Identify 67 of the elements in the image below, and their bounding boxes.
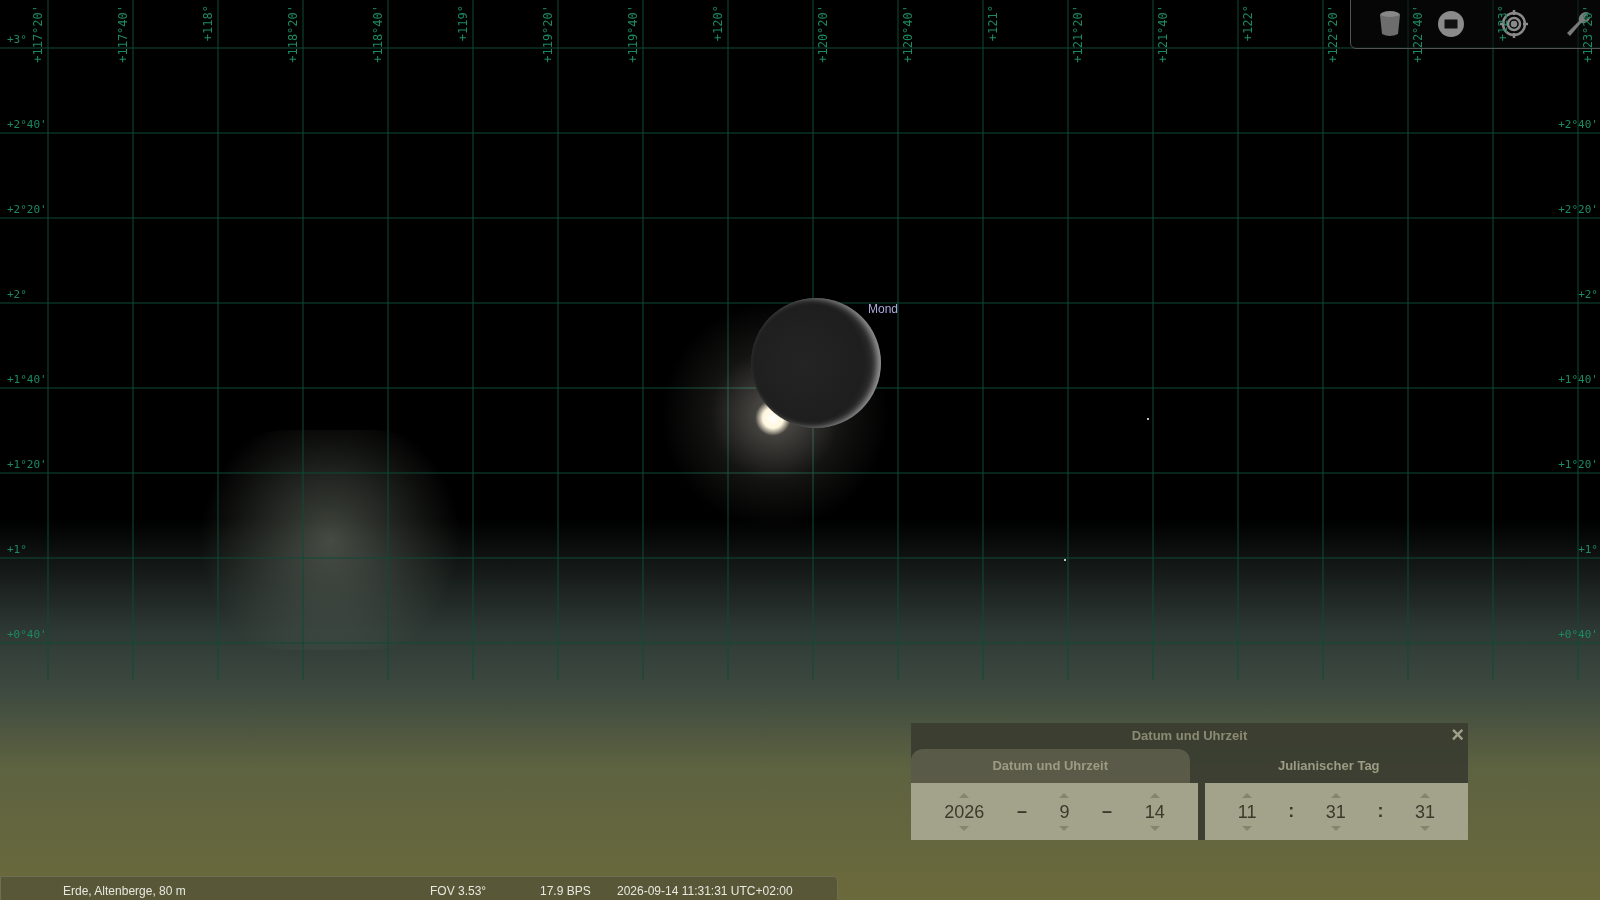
separator-text: – xyxy=(1016,800,1027,823)
grid-label: +1°40' xyxy=(1558,374,1598,385)
cylinder-icon[interactable] xyxy=(1379,10,1402,38)
grid-label: +0°40' xyxy=(1558,629,1598,640)
screen-icon[interactable] xyxy=(1437,11,1464,37)
grid-label: +123° xyxy=(1497,5,1509,42)
grid-label: +1° xyxy=(7,544,27,555)
grid-label: +122° xyxy=(1242,5,1254,42)
grid-label: +0°40' xyxy=(7,629,47,640)
up-arrow-icon[interactable] xyxy=(1420,792,1431,798)
spinbox-value[interactable]: 2026 xyxy=(938,797,991,826)
grid-label: +117°40' xyxy=(117,5,129,63)
down-arrow-icon[interactable] xyxy=(1420,825,1431,831)
location-text: Erde, Altenberge, 80 m xyxy=(63,883,186,900)
grid-label: +120°20' xyxy=(817,5,829,63)
up-arrow-icon[interactable] xyxy=(1242,792,1253,798)
grid-label: +2° xyxy=(1578,289,1598,300)
down-arrow-icon[interactable] xyxy=(1330,825,1341,831)
grid-label: +1° xyxy=(1578,544,1598,555)
close-button[interactable]: × xyxy=(1451,724,1464,746)
separator-text: – xyxy=(1102,800,1113,823)
down-arrow-icon[interactable] xyxy=(1059,825,1070,831)
up-arrow-icon[interactable] xyxy=(1330,792,1341,798)
grid-label: +118°40' xyxy=(372,5,384,63)
up-arrow-icon[interactable] xyxy=(1059,792,1070,798)
dialog-tab[interactable]: Datum und Uhrzeit xyxy=(911,749,1190,783)
grid-label: +2°20' xyxy=(1558,204,1598,215)
spinbox-value[interactable]: 31 xyxy=(1409,797,1442,826)
grid-label: +119° xyxy=(457,5,469,42)
grid-label: +2°40' xyxy=(1558,119,1598,130)
spinbox-value[interactable]: 14 xyxy=(1138,797,1171,826)
grid-label: +120°40' xyxy=(902,5,914,63)
grid-label: +2°40' xyxy=(7,119,47,130)
grid-label: +118° xyxy=(202,5,214,42)
down-arrow-icon[interactable] xyxy=(1149,825,1160,831)
grid-label: +123°20' xyxy=(1582,5,1594,63)
grid-label: +119°40' xyxy=(627,5,639,63)
fov-text: FOV 3.53° xyxy=(430,883,487,900)
grid-label: +1°20' xyxy=(7,459,47,470)
up-arrow-icon[interactable] xyxy=(1149,792,1160,798)
fps-text: 17.9 BPS xyxy=(540,883,591,900)
grid-label: +119°20' xyxy=(542,5,554,63)
grid-label: +2° xyxy=(7,289,27,300)
datetime-text: 2026-09-14 11:31:31 UTC+02:00 xyxy=(617,883,793,900)
grid-label: +1°20' xyxy=(1558,459,1598,470)
dialog-tab[interactable]: Julianischer Tag xyxy=(1189,749,1468,783)
grid-label: +121°20' xyxy=(1072,5,1084,63)
moon-label: Mond xyxy=(868,301,899,318)
grid-label: +122°40' xyxy=(1412,5,1424,63)
grid-label: +118°20' xyxy=(287,5,299,63)
grid-label: +2°20' xyxy=(7,204,47,215)
grid-label: +3° xyxy=(7,34,27,45)
grid-label: +1°40' xyxy=(7,374,47,385)
grid-label: +120° xyxy=(712,5,724,42)
grid-label: +121° xyxy=(987,5,999,42)
dialog-title: Datum und Uhrzeit xyxy=(1131,727,1248,746)
down-arrow-icon[interactable] xyxy=(1242,825,1253,831)
separator-text: : xyxy=(1377,800,1384,823)
grid-label: +121°40' xyxy=(1157,5,1169,63)
separator-text: : xyxy=(1288,800,1295,823)
down-arrow-icon[interactable] xyxy=(959,825,970,831)
spinbox-value[interactable]: 11 xyxy=(1231,797,1263,826)
spinbox-value[interactable]: 31 xyxy=(1319,797,1352,826)
spinbox-value[interactable]: 9 xyxy=(1053,797,1076,826)
grid-label: +117°20' xyxy=(32,5,44,63)
grid-label: +122°20' xyxy=(1327,5,1339,63)
up-arrow-icon[interactable] xyxy=(959,792,970,798)
